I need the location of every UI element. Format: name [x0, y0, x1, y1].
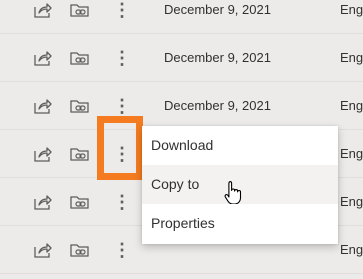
modified-by: Engele [340, 146, 363, 161]
table-row[interactable]: ⋮ December 9, 2021 Engele [0, 0, 363, 34]
more-options-icon[interactable]: ⋮ [110, 34, 134, 81]
add-shortcut-icon[interactable] [68, 130, 92, 177]
table-row[interactable]: ⋮ December 9, 2021 Engele [0, 82, 363, 130]
share-icon[interactable] [31, 34, 55, 81]
table-row[interactable]: ⋮ December 9, 2021 Engele [0, 34, 363, 82]
add-shortcut-icon[interactable] [68, 82, 92, 129]
menu-item-download[interactable]: Download [142, 126, 338, 165]
highlight-box [97, 116, 143, 180]
hand-cursor-icon [224, 180, 244, 204]
add-shortcut-icon[interactable] [68, 34, 92, 81]
more-options-icon[interactable]: ⋮ [110, 0, 134, 33]
add-shortcut-icon[interactable] [68, 226, 92, 273]
modified-date: December 9, 2021 [164, 98, 271, 113]
add-shortcut-icon[interactable] [68, 178, 92, 225]
modified-by: Engele [340, 50, 363, 65]
modified-by: Engele [340, 242, 363, 257]
share-icon[interactable] [31, 130, 55, 177]
more-options-icon[interactable]: ⋮ [110, 226, 134, 273]
modified-by: Engele [340, 98, 363, 113]
more-options-icon[interactable]: ⋮ [110, 178, 134, 225]
share-icon[interactable] [31, 82, 55, 129]
modified-by: Engele [340, 194, 363, 209]
modified-date: December 9, 2021 [164, 50, 271, 65]
share-icon[interactable] [31, 0, 55, 33]
share-icon[interactable] [31, 178, 55, 225]
menu-item-properties[interactable]: Properties [142, 204, 338, 243]
modified-by: Engele [340, 2, 363, 17]
modified-date: December 9, 2021 [164, 2, 271, 17]
add-shortcut-icon[interactable] [68, 0, 92, 33]
share-icon[interactable] [31, 226, 55, 273]
